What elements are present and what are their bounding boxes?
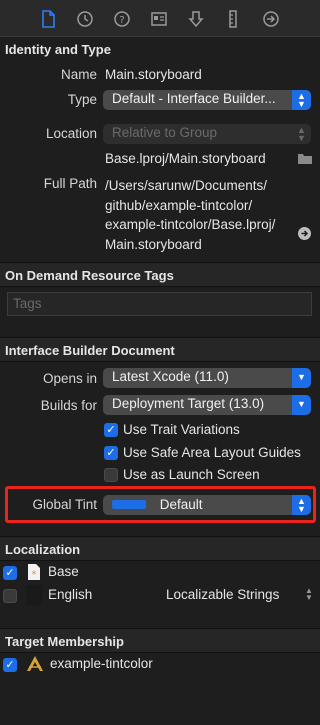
fullpath-line: github/example-tintcolor/	[105, 197, 253, 213]
builds-for-value: Deployment Target (13.0)	[112, 396, 265, 411]
target-label: example-tintcolor	[50, 656, 153, 671]
localization-panel: ✓ * Base English Localizable Strings ▲ ▼	[0, 561, 320, 629]
use-safe-area-label: Use Safe Area Layout Guides	[123, 445, 301, 460]
fullpath-line: /Users/sarunw/Documents/	[105, 178, 268, 193]
type-popup-value: Default - Interface Builder...	[112, 91, 276, 106]
chevron-updown-icon: ▲ ▼	[292, 90, 311, 110]
fullpath-line: example-tintcolor/Base.lproj/	[105, 217, 276, 232]
localization-english-option[interactable]: Localizable Strings	[166, 587, 279, 602]
opens-in-value: Latest Xcode (11.0)	[112, 369, 229, 384]
ib-document-panel: Opens in Latest Xcode (11.0) ▼ Builds fo…	[0, 362, 320, 537]
use-as-launch-screen-label: Use as Launch Screen	[123, 467, 260, 482]
use-trait-variations-checkbox[interactable]: ✓	[104, 423, 118, 437]
connections-icon[interactable]	[261, 9, 281, 29]
chevron-down-icon: ▼	[292, 395, 311, 415]
fullpath-value: /Users/sarunw/Documents/ github/example-…	[105, 176, 275, 254]
name-value: Main.storyboard	[105, 67, 202, 82]
use-as-launch-screen-checkbox[interactable]	[104, 468, 118, 482]
section-header-localization: Localization	[0, 536, 320, 561]
folder-icon[interactable]	[297, 152, 313, 165]
reveal-arrow-icon[interactable]	[298, 227, 311, 240]
section-title-identity: Identity and Type	[5, 42, 111, 57]
type-label: Type	[67, 92, 97, 107]
target-checkbox[interactable]: ✓	[3, 658, 17, 672]
location-label: Location	[45, 126, 97, 141]
chevron-updown-icon: ▲ ▼	[297, 125, 306, 143]
localization-english-label: English	[48, 587, 93, 602]
chevron-down-icon: ▼	[292, 368, 311, 388]
fullpath-line: Main.storyboard	[105, 236, 202, 252]
opens-in-popup[interactable]: Latest Xcode (11.0) ▼	[103, 368, 311, 388]
svg-text:*: *	[32, 570, 37, 580]
tint-color-swatch	[112, 499, 146, 509]
opens-in-label: Opens in	[42, 371, 97, 386]
identity-icon[interactable]	[149, 9, 169, 29]
section-header-target-membership: Target Membership	[0, 628, 320, 653]
fullpath-label: Full Path	[43, 176, 97, 191]
global-tint-value: Default	[159, 496, 203, 512]
name-label: Name	[60, 67, 97, 82]
builds-for-label: Builds for	[40, 398, 97, 413]
inspector-toolbar: ?	[0, 0, 320, 37]
localization-english-checkbox[interactable]	[3, 589, 17, 603]
type-popup[interactable]: Default - Interface Builder... ▲ ▼	[103, 90, 311, 110]
svg-text:?: ?	[119, 15, 124, 26]
identity-panel: Identity and Type Name Main.storyboard T…	[0, 37, 320, 262]
builds-for-popup[interactable]: Deployment Target (13.0) ▼	[103, 395, 311, 415]
help-icon[interactable]: ?	[112, 9, 132, 29]
localization-base-checkbox[interactable]: ✓	[3, 566, 17, 580]
app-target-icon	[25, 655, 45, 673]
use-safe-area-checkbox[interactable]: ✓	[104, 446, 118, 460]
empty-file-placeholder	[26, 585, 42, 605]
tags-input[interactable]: Tags	[7, 292, 312, 316]
chevron-updown-icon[interactable]: ▲ ▼	[305, 587, 313, 602]
section-header-ib-document: Interface Builder Document	[0, 337, 320, 362]
size-icon[interactable]	[223, 9, 243, 29]
strings-file-icon: *	[26, 563, 42, 581]
location-file: Base.lproj/Main.storyboard	[105, 151, 266, 166]
use-trait-variations-label: Use Trait Variations	[123, 422, 240, 437]
global-tint-label: Global Tint	[32, 497, 97, 512]
location-popup[interactable]: Relative to Group ▲ ▼	[103, 124, 311, 144]
global-tint-popup[interactable]: Default ▲ ▼	[103, 495, 311, 515]
target-panel: ✓ example-tintcolor	[0, 653, 320, 725]
history-icon[interactable]	[75, 9, 95, 29]
on-demand-panel: Tags	[0, 287, 320, 335]
file-icon[interactable]	[38, 9, 58, 29]
localization-base-label: Base	[48, 564, 79, 579]
location-popup-value: Relative to Group	[112, 125, 218, 140]
attributes-icon[interactable]	[186, 9, 206, 29]
section-header-on-demand: On Demand Resource Tags	[0, 262, 320, 287]
chevron-updown-icon: ▲ ▼	[292, 495, 311, 515]
